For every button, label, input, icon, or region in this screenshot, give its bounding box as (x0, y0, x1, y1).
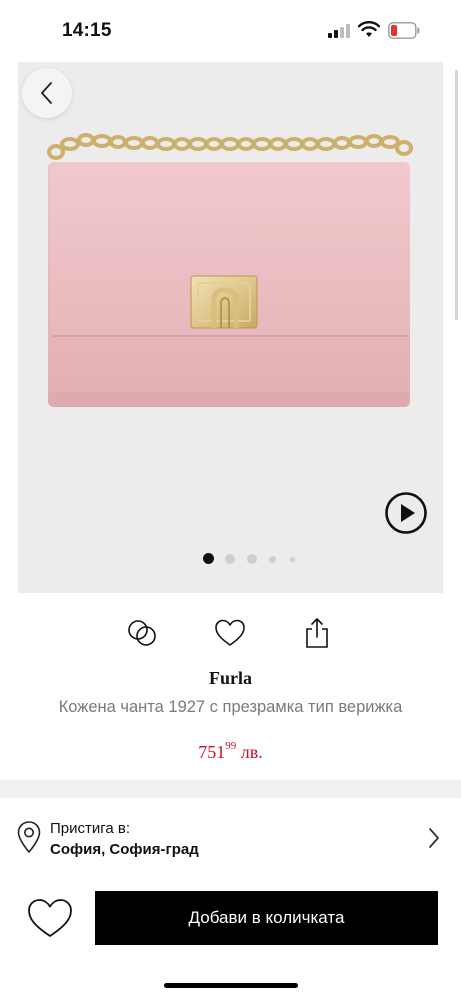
product-title: Кожена чанта 1927 с презрамка тип верижк… (58, 698, 403, 716)
delivery-city: София, София-град (50, 841, 199, 858)
product-image-gallery[interactable] (18, 62, 443, 593)
wifi-icon (358, 21, 380, 37)
product-image (47, 133, 413, 407)
price-main: 751 (198, 742, 226, 762)
chevron-right-icon (429, 828, 439, 848)
cellular-signal-icon (328, 24, 350, 38)
share-icon (306, 618, 328, 648)
location-pin-icon (17, 821, 41, 854)
compare-button[interactable] (125, 616, 159, 650)
pagination-dot[interactable] (269, 556, 276, 563)
gallery-pagination (18, 552, 443, 566)
status-bar: 14:15 (0, 0, 461, 62)
compare-rings-icon (128, 620, 156, 646)
favorite-button[interactable] (213, 616, 247, 650)
price-cents: 99 (225, 740, 237, 752)
chevron-left-icon (41, 82, 52, 104)
pagination-dot[interactable] (247, 554, 257, 564)
price-currency: лв. (236, 742, 263, 762)
wishlist-button[interactable] (26, 896, 74, 940)
product-actions (0, 612, 461, 656)
product-price: 75199 лв. (0, 740, 461, 763)
pagination-dot[interactable] (225, 554, 235, 564)
bottom-action-bar: Добави в количката (0, 884, 461, 956)
section-divider (0, 780, 461, 798)
back-button[interactable] (22, 68, 72, 118)
pagination-dot-active[interactable] (203, 553, 214, 564)
heart-icon (215, 619, 245, 646)
pagination-dot[interactable] (290, 557, 295, 562)
product-brand[interactable]: Furla (0, 668, 461, 689)
heart-icon (28, 899, 72, 937)
add-to-cart-button[interactable]: Добави в количката (95, 891, 438, 945)
share-button[interactable] (300, 616, 334, 650)
battery-low-icon (388, 22, 420, 39)
status-time: 14:15 (62, 20, 112, 41)
play-video-icon[interactable] (384, 491, 428, 535)
scrollbar[interactable] (455, 70, 458, 320)
delivery-location-row[interactable]: Пристига в: София, София-град (0, 806, 461, 870)
home-indicator[interactable] (164, 983, 298, 988)
delivery-label: Пристига в: (50, 820, 131, 837)
